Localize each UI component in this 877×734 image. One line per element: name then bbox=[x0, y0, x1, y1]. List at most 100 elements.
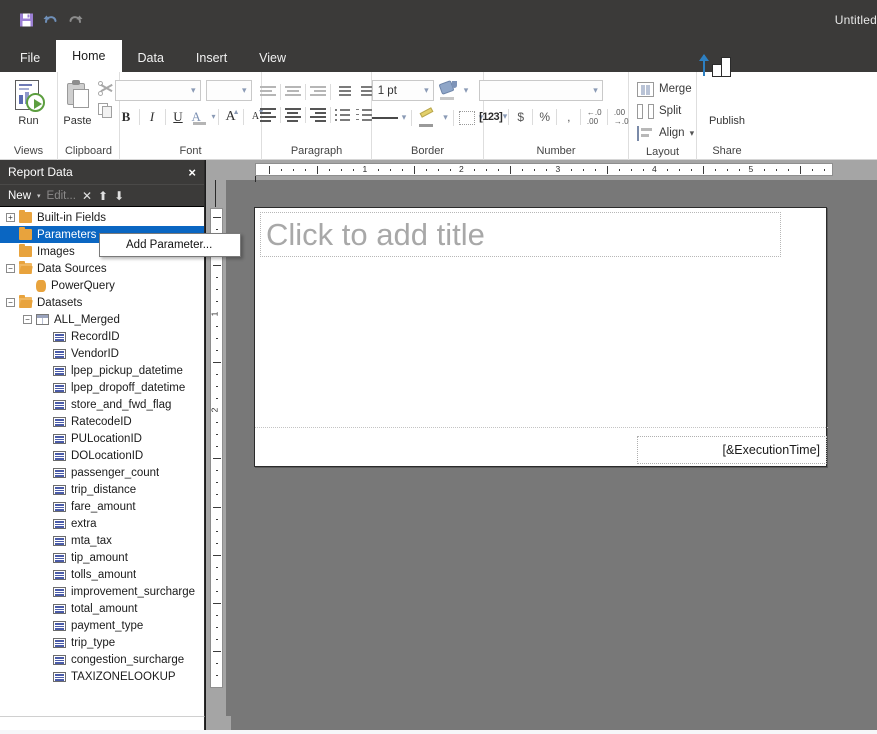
tree-item[interactable]: trip_type bbox=[0, 634, 204, 651]
percent-button[interactable]: % bbox=[534, 107, 555, 126]
execution-time-textbox[interactable]: [&ExecutionTime] bbox=[637, 436, 827, 464]
tab-home[interactable]: Home bbox=[56, 40, 121, 72]
tree-item[interactable]: TAXIZONELOOKUP bbox=[0, 668, 204, 685]
tree-item[interactable]: −Data Sources bbox=[0, 260, 204, 277]
report-page[interactable]: Click to add title [&ExecutionTime] bbox=[254, 207, 827, 467]
chevron-down-icon[interactable]: ▾ bbox=[443, 113, 448, 122]
tree-item[interactable]: congestion_surcharge bbox=[0, 651, 204, 668]
number-format-combo[interactable]: ▾ bbox=[479, 80, 603, 101]
tree-item[interactable]: −ALL_Merged bbox=[0, 311, 204, 328]
tree-expander[interactable]: + bbox=[6, 213, 15, 222]
chevron-down-icon[interactable]: ▾ bbox=[464, 86, 469, 95]
tree-item[interactable]: +Built-in Fields bbox=[0, 209, 204, 226]
tree-item[interactable]: total_amount bbox=[0, 600, 204, 617]
run-button[interactable]: Run bbox=[2, 77, 56, 127]
tab-insert[interactable]: Insert bbox=[180, 44, 243, 72]
font-size-combo[interactable]: ▾ bbox=[206, 80, 252, 101]
tree-item[interactable]: extra bbox=[0, 515, 204, 532]
align-menu-button[interactable]: Align ▾ bbox=[635, 122, 694, 144]
report-data-header: Report Data × bbox=[0, 160, 204, 184]
tree-item[interactable]: PowerQuery bbox=[0, 277, 204, 294]
tree-item[interactable]: improvement_surcharge bbox=[0, 583, 204, 600]
tree-item[interactable]: −Datasets bbox=[0, 294, 204, 311]
align-left-button[interactable] bbox=[257, 105, 279, 124]
scrollbar-thumb[interactable] bbox=[1, 718, 201, 729]
tree-expander[interactable]: − bbox=[6, 298, 15, 307]
tree-item[interactable]: lpep_dropoff_datetime bbox=[0, 379, 204, 396]
font-name-combo[interactable]: ▾ bbox=[115, 80, 201, 101]
undo-icon[interactable] bbox=[42, 11, 60, 29]
italic-button[interactable]: I bbox=[141, 106, 164, 127]
tree-item[interactable]: trip_distance bbox=[0, 481, 204, 498]
number-format-button[interactable]: [123] bbox=[479, 107, 503, 126]
report-title-textbox[interactable]: Click to add title bbox=[260, 212, 781, 257]
save-icon[interactable] bbox=[18, 11, 36, 29]
tab-file[interactable]: File bbox=[4, 44, 56, 72]
tree-item[interactable]: payment_type bbox=[0, 617, 204, 634]
chevron-down-icon[interactable]: ▾ bbox=[402, 113, 407, 122]
align-top-button[interactable] bbox=[257, 82, 279, 101]
align-middle-button[interactable] bbox=[282, 82, 304, 101]
bullets-button[interactable] bbox=[332, 105, 354, 124]
increase-decimal-button[interactable]: ←.0.00 bbox=[582, 107, 606, 126]
currency-button[interactable]: $ bbox=[510, 107, 531, 126]
move-down-icon[interactable]: ⬇ bbox=[114, 190, 124, 202]
tree-item[interactable]: mta_tax bbox=[0, 532, 204, 549]
merge-label: Merge bbox=[659, 83, 692, 95]
fill-color-button[interactable] bbox=[438, 80, 460, 101]
merge-button[interactable]: Merge bbox=[635, 78, 692, 100]
tree-item[interactable]: lpep_pickup_datetime bbox=[0, 362, 204, 379]
tree-expander[interactable]: − bbox=[23, 315, 32, 324]
paste-button[interactable]: Paste bbox=[58, 77, 98, 127]
redo-icon[interactable] bbox=[66, 11, 84, 29]
ruler-tick bbox=[571, 169, 572, 171]
report-designer-surface[interactable]: 12345 12 Click to add title [&ExecutionT… bbox=[206, 160, 877, 716]
ruler-tick bbox=[216, 591, 218, 592]
decrease-indent-button[interactable] bbox=[332, 82, 354, 101]
new-button[interactable]: New bbox=[8, 190, 31, 202]
menu-item-add-parameter[interactable]: Add Parameter... bbox=[100, 239, 240, 251]
line-style-button[interactable] bbox=[372, 117, 398, 119]
font-color-button[interactable]: A ▾ bbox=[190, 106, 217, 127]
split-button[interactable]: Split bbox=[635, 100, 681, 122]
align-bottom-button[interactable] bbox=[307, 82, 329, 101]
tab-view[interactable]: View bbox=[243, 44, 302, 72]
underline-button[interactable]: U bbox=[167, 106, 190, 127]
tree-item[interactable]: DOLocationID bbox=[0, 447, 204, 464]
align-right-button[interactable] bbox=[307, 105, 329, 124]
comma-style-button[interactable]: , bbox=[558, 107, 579, 126]
tree-item-label: tip_amount bbox=[71, 552, 128, 564]
tree-expander[interactable]: − bbox=[6, 264, 15, 273]
grow-font-button[interactable]: A▲ bbox=[220, 106, 242, 127]
chevron-down-icon[interactable]: ▾ bbox=[37, 192, 41, 200]
tree-item[interactable]: store_and_fwd_flag bbox=[0, 396, 204, 413]
tree-expander-spacer bbox=[40, 638, 49, 647]
design-canvas[interactable]: Click to add title [&ExecutionTime] bbox=[226, 180, 877, 716]
align-icon bbox=[637, 126, 654, 141]
scrollbar-thumb[interactable] bbox=[206, 716, 231, 730]
tree-item[interactable]: passenger_count bbox=[0, 464, 204, 481]
align-center-button[interactable] bbox=[282, 105, 304, 124]
tree-item[interactable]: PULocationID bbox=[0, 430, 204, 447]
bold-button[interactable]: B bbox=[115, 106, 138, 127]
tab-data[interactable]: Data bbox=[122, 44, 180, 72]
publish-button[interactable]: Publish bbox=[700, 77, 754, 127]
tree-item[interactable]: fare_amount bbox=[0, 498, 204, 515]
tree-item-label: payment_type bbox=[71, 620, 143, 632]
tree-item[interactable]: VendorID bbox=[0, 345, 204, 362]
tree-item[interactable]: tolls_amount bbox=[0, 566, 204, 583]
group-label-border: Border bbox=[376, 143, 479, 160]
panel-horizontal-scrollbar[interactable] bbox=[0, 716, 205, 730]
borders-button[interactable] bbox=[459, 111, 475, 125]
designer-horizontal-scrollbar[interactable] bbox=[206, 716, 877, 730]
tree-item[interactable]: RecordID bbox=[0, 328, 204, 345]
close-icon[interactable]: × bbox=[188, 165, 196, 180]
line-color-button[interactable] bbox=[417, 107, 439, 128]
move-up-icon[interactable]: ⬆ bbox=[98, 190, 108, 202]
tree-expander-spacer bbox=[40, 604, 49, 613]
line-width-combo[interactable]: 1 pt ▾ bbox=[372, 80, 434, 101]
chevron-down-icon[interactable]: ▾ bbox=[503, 112, 508, 121]
delete-icon[interactable]: ✕ bbox=[82, 190, 92, 202]
tree-item[interactable]: tip_amount bbox=[0, 549, 204, 566]
tree-item[interactable]: RatecodeID bbox=[0, 413, 204, 430]
